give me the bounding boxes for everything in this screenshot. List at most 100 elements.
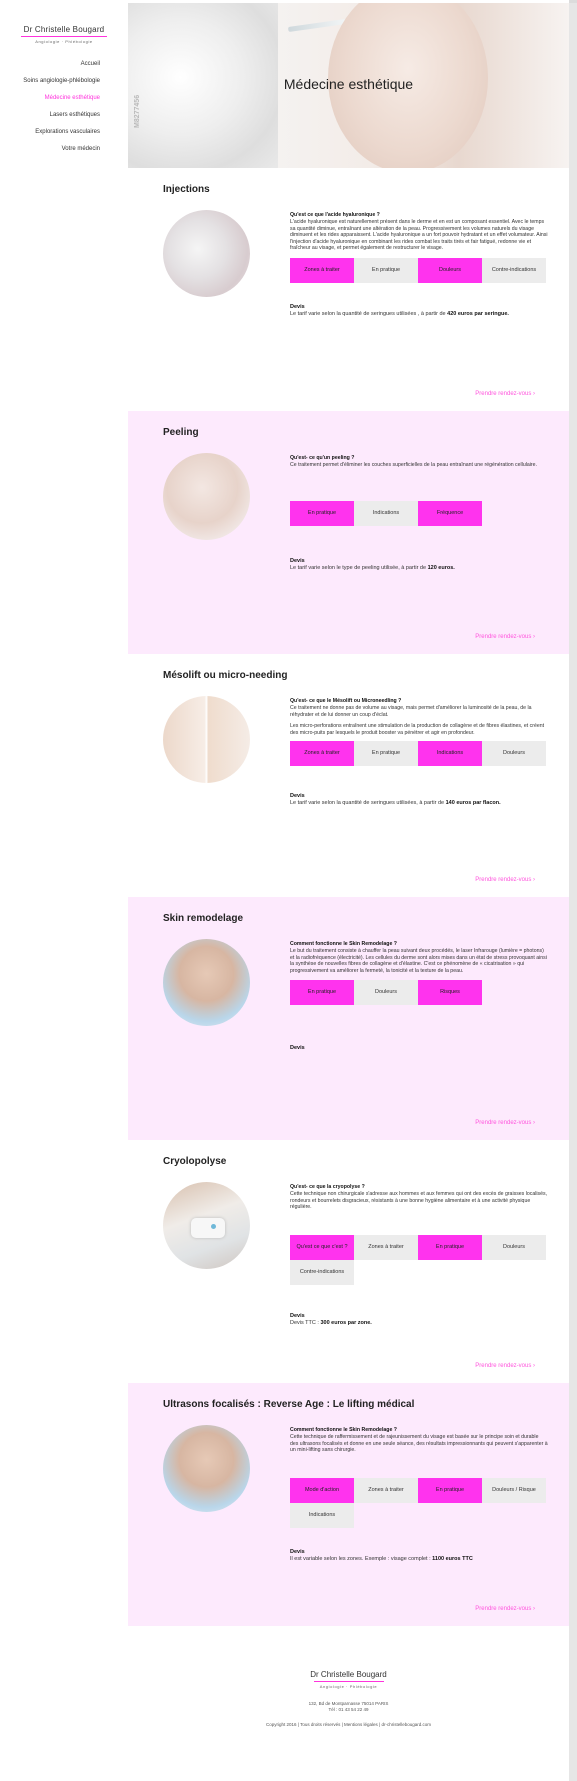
tab-douleurs[interactable]: Douleurs xyxy=(482,741,546,767)
syringe-image xyxy=(287,18,347,33)
mesolift-image xyxy=(163,696,250,783)
section-tabs: En pratique Douleurs Risques xyxy=(290,980,546,1006)
appointment-link[interactable]: Prendre rendez-vous › xyxy=(475,634,535,640)
footer-divider xyxy=(313,1681,384,1682)
tab-zones-a-traiter[interactable]: Zones à traiter xyxy=(354,1234,418,1260)
tab-indications[interactable]: Indications xyxy=(418,741,482,767)
section-content: Qu'est ce que l'acide hyaluronique ? L'a… xyxy=(290,212,548,283)
footer: Dr Christelle Bougard Angiologie · Phléb… xyxy=(128,1670,569,1727)
devis-block: Devis xyxy=(290,1045,548,1052)
tab-douleurs[interactable]: Douleurs xyxy=(354,980,418,1006)
section-peeling: Peeling Qu'est- ce qu'un peeling ? Ce tr… xyxy=(128,411,569,654)
hero-banner: Médecine esthétique xyxy=(128,3,569,168)
section-injections: Injections Qu'est ce que l'acide hyaluro… xyxy=(128,168,569,411)
appointment-link[interactable]: Prendre rendez-vous › xyxy=(475,1120,535,1126)
tab-zones-a-traiter[interactable]: Zones à traiter xyxy=(290,741,354,767)
tab-en-pratique[interactable]: En pratique xyxy=(418,1477,482,1503)
tab-douleurs[interactable]: Douleurs xyxy=(418,257,482,283)
appointment-link[interactable]: Prendre rendez-vous › xyxy=(475,391,535,397)
section-title: Ultrasons focalisés : Reverse Age : Le l… xyxy=(163,1399,415,1410)
footer-subtitle: Angiologie · Phlébologie xyxy=(319,1684,378,1689)
section-mesolift: Mésolift ou micro-needing Qu'est- ce que… xyxy=(128,654,569,897)
section-question: Qu'est- ce que la cryopolyse ? xyxy=(290,1184,365,1190)
section-question: Qu'est- ce qu'un peeling ? xyxy=(290,455,355,461)
appointment-link[interactable]: Prendre rendez-vous › xyxy=(475,1606,535,1612)
devis-block: Devis Le tarif varie selon le type de pe… xyxy=(290,558,548,572)
section-tabs: Mode d'action Zones à traiter En pratiqu… xyxy=(290,1477,546,1528)
nav-item-explorations-vasculaires[interactable]: Explorations vasculaires xyxy=(23,128,100,145)
tab-risques[interactable]: Risques xyxy=(418,980,482,1006)
tab-en-pratique[interactable]: En pratique xyxy=(354,741,418,767)
section-tabs: Zones à traiter En pratique Indications … xyxy=(290,741,546,767)
brand-subtitle: Angiologie · Phlébologie xyxy=(35,39,93,44)
section-content: Comment fonctionne le Skin Remodelage ? … xyxy=(290,1427,548,1528)
devis-title: Devis xyxy=(290,1045,305,1051)
brand-name: Dr Christelle Bougard xyxy=(23,25,105,34)
devis-text: Le tarif varie selon le type de peeling … xyxy=(290,565,455,571)
tab-quest-ce-que-cest[interactable]: Qu'est ce que c'est ? xyxy=(290,1234,354,1260)
nav-item-lasers-esthetiques[interactable]: Lasers esthétiques xyxy=(23,111,100,128)
section-skin-remodelage: Skin remodelage Comment fonctionne le Sk… xyxy=(128,897,569,1140)
tab-zones-a-traiter[interactable]: Zones à traiter xyxy=(354,1477,418,1503)
footer-brand-name: Dr Christelle Bougard xyxy=(310,1670,387,1679)
section-paragraph: Le but du traitement consiste à chauffer… xyxy=(290,948,547,974)
section-ultrasons-focalises: Ultrasons focalisés : Reverse Age : Le l… xyxy=(128,1383,569,1626)
tab-en-pratique[interactable]: En pratique xyxy=(290,500,354,526)
section-content: Qu'est- ce que la cryopolyse ? Cette tec… xyxy=(290,1184,548,1285)
section-content: Comment fonctionne le Skin Remodelage ? … xyxy=(290,941,548,1006)
section-paragraph: Ce traitement ne donne pas de volume au … xyxy=(290,705,532,718)
tab-contre-indications[interactable]: Contre-indications xyxy=(290,1259,354,1285)
section-paragraph: Cette technique de raffermissement et de… xyxy=(290,1434,548,1454)
devis-block: Devis Il est variable selon les zones. E… xyxy=(290,1549,548,1563)
devis-title: Devis xyxy=(290,304,305,310)
section-title: Mésolift ou micro-needing xyxy=(163,670,288,681)
footer-phone: Tél : 01 43 54 22 49 xyxy=(328,1707,369,1712)
tab-douleurs[interactable]: Douleurs xyxy=(482,1234,546,1260)
devis-text: Il est variable selon les zones. Exemple… xyxy=(290,1556,473,1562)
nav-item-soins-angiologie[interactable]: Soins angiologie-phlébologie xyxy=(23,77,100,94)
tab-indications[interactable]: Indications xyxy=(290,1502,354,1528)
cryo-device-icon xyxy=(191,1218,225,1238)
tab-frequence[interactable]: Fréquence xyxy=(418,500,482,526)
appointment-link[interactable]: Prendre rendez-vous › xyxy=(475,877,535,883)
main-nav: Accueil Soins angiologie-phlébologie Méd… xyxy=(23,60,100,162)
section-cryolopolyse: Cryolopolyse Qu'est- ce que la cryopolys… xyxy=(128,1140,569,1383)
tab-zones-a-traiter[interactable]: Zones à traiter xyxy=(290,257,354,283)
section-tabs: Qu'est ce que c'est ? Zones à traiter En… xyxy=(290,1234,546,1285)
section-question: Comment fonctionne le Skin Remodelage ? xyxy=(290,941,397,947)
section-content: Qu'est- ce que le Mésolift ou Microneedl… xyxy=(290,698,548,767)
page-title: Médecine esthétique xyxy=(283,76,414,92)
tab-en-pratique[interactable]: En pratique xyxy=(290,980,354,1006)
tab-douleurs-risque[interactable]: Douleurs / Risque xyxy=(482,1477,546,1503)
devis-text: Le tarif varie selon la quantité de seri… xyxy=(290,311,509,317)
section-tabs: Zones à traiter En pratique Douleurs Con… xyxy=(290,257,546,283)
section-question: Qu'est ce que l'acide hyaluronique ? xyxy=(290,212,380,218)
brand-logo[interactable]: Dr Christelle Bougard Angiologie · Phléb… xyxy=(14,25,114,44)
nav-item-accueil[interactable]: Accueil xyxy=(23,60,100,77)
devis-title: Devis xyxy=(290,558,305,564)
tab-mode-daction[interactable]: Mode d'action xyxy=(290,1477,354,1503)
image-watermark: M8277456 xyxy=(134,94,141,128)
section-title: Injections xyxy=(163,184,210,195)
section-paragraph: L'acide hyaluronique est naturellement p… xyxy=(290,219,548,252)
devis-title: Devis xyxy=(290,1313,305,1319)
tab-en-pratique[interactable]: En pratique xyxy=(418,1234,482,1260)
devis-block: Devis Le tarif varie selon la quantité d… xyxy=(290,793,548,807)
nav-item-medecine-esthetique[interactable]: Médecine esthétique xyxy=(23,94,100,111)
nav-item-votre-medecin[interactable]: Votre médecin xyxy=(23,145,100,162)
peeling-image xyxy=(163,453,250,540)
devis-text: Le tarif varie selon la quantité de seri… xyxy=(290,800,501,806)
tab-indications[interactable]: Indications xyxy=(354,500,418,526)
section-content: Qu'est- ce qu'un peeling ? Ce traitement… xyxy=(290,455,548,526)
section-question: Comment fonctionne le Skin Remodelage ? xyxy=(290,1427,397,1433)
section-paragraph: Ce traitement permet d'éliminer les couc… xyxy=(290,462,537,468)
section-paragraph: Les micro-perforations entraînent une st… xyxy=(290,723,545,736)
section-title: Peeling xyxy=(163,427,199,438)
tab-en-pratique[interactable]: En pratique xyxy=(354,257,418,283)
devis-title: Devis xyxy=(290,1549,305,1555)
appointment-link[interactable]: Prendre rendez-vous › xyxy=(475,1363,535,1369)
tab-contre-indications[interactable]: Contre-indications xyxy=(482,257,546,283)
ultrasons-image xyxy=(163,1425,250,1512)
section-paragraph: Cette technique non chirurgicale s'adres… xyxy=(290,1191,548,1211)
section-title: Cryolopolyse xyxy=(163,1156,227,1167)
